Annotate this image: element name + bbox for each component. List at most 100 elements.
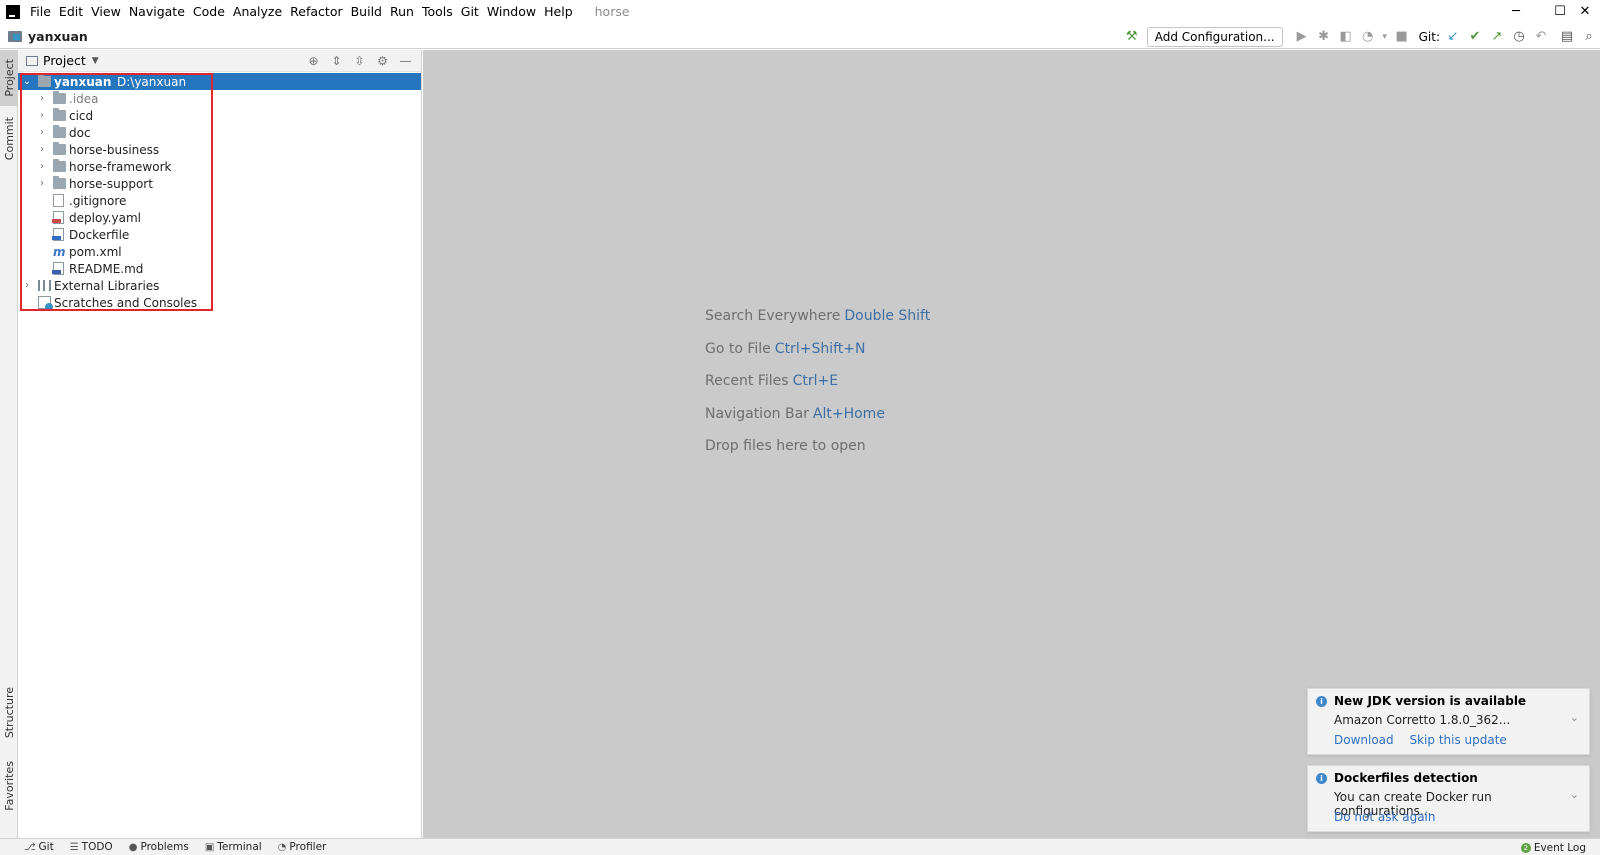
expand-chevron-down-icon[interactable]: ⌄ <box>1570 711 1579 724</box>
chevron-right-icon[interactable]: › <box>37 178 47 189</box>
menu-run[interactable]: Run <box>386 0 418 23</box>
libraries-icon <box>38 280 51 291</box>
git-update-arrow-icon[interactable]: ↙ <box>1442 26 1464 48</box>
search-everywhere-icon[interactable]: ⌕ <box>1578 26 1600 48</box>
tree-row-idea[interactable]: › .idea <box>18 90 421 107</box>
menu-navigate[interactable]: Navigate <box>125 0 189 23</box>
tree-row-doc[interactable]: › doc <box>18 124 421 141</box>
hint-shortcut: Alt+Home <box>812 405 885 422</box>
tree-row-horse-business[interactable]: › horse-business <box>18 141 421 158</box>
menu-git[interactable]: Git <box>457 0 483 23</box>
menu-window[interactable]: Window <box>483 0 540 23</box>
chevron-right-icon[interactable]: › <box>37 110 47 121</box>
tree-row-gitignore[interactable]: .gitignore <box>18 192 421 209</box>
collapse-all-icon[interactable]: ⇳ <box>348 54 371 68</box>
tree-row-yanxuan[interactable]: ⌄ yanxuan D:\yanxuan <box>18 73 421 90</box>
project-structure-icon[interactable]: ▤ <box>1556 26 1578 48</box>
tree-row-horse-framework[interactable]: › horse-framework <box>18 158 421 175</box>
folder-icon <box>53 108 66 121</box>
expand-chevron-down-icon[interactable]: ⌄ <box>1570 788 1579 801</box>
gitignore-file-icon <box>53 194 64 207</box>
terminal-tool-tab[interactable]: ▣ Terminal <box>205 841 262 853</box>
do-not-ask-again-link[interactable]: Do not ask again <box>1334 810 1436 824</box>
breadcrumb-project[interactable]: yanxuan <box>28 29 88 44</box>
chevron-down-icon[interactable]: ⌄ <box>22 76 32 87</box>
hint-text: Go to File <box>705 340 771 357</box>
hide-panel-icon[interactable]: — <box>394 54 417 68</box>
menu-refactor[interactable]: Refactor <box>286 0 346 23</box>
debug-icon[interactable]: ✱ <box>1313 26 1335 48</box>
more-run-chevron-down-icon[interactable]: ▾ <box>1379 26 1391 48</box>
menu-code[interactable]: Code <box>189 0 229 23</box>
tree-item-label: pom.xml <box>69 244 122 259</box>
profiler-tab-label: Profiler <box>289 841 327 853</box>
todo-tab-label: TODO <box>81 841 113 853</box>
menu-build[interactable]: Build <box>347 0 386 23</box>
tree-row-pom-xml[interactable]: m pom.xml <box>18 243 421 260</box>
git-commit-check-icon[interactable]: ✔ <box>1464 26 1486 48</box>
dockerfile-icon <box>52 228 64 241</box>
chevron-right-icon[interactable]: › <box>37 93 47 104</box>
git-history-clock-icon[interactable]: ◷ <box>1508 26 1530 48</box>
download-jdk-link[interactable]: Download <box>1334 733 1394 747</box>
hint-go-to-file: Go to File Ctrl+Shift+N <box>705 339 930 372</box>
chevron-right-icon[interactable]: › <box>37 127 47 138</box>
todo-tool-tab[interactable]: ☰ TODO <box>70 841 113 853</box>
tree-row-deploy-yaml[interactable]: deploy.yaml <box>18 209 421 226</box>
tree-item-label: deploy.yaml <box>69 210 141 225</box>
navigation-bar: yanxuan ⚒ Add Configuration... ▶ ✱ ◧ ◔ ▾… <box>0 24 1600 49</box>
notification-body: Amazon Corretto 1.8.0_362... <box>1334 713 1511 727</box>
event-log-tab[interactable]: 2 Event Log <box>1520 839 1586 855</box>
markdown-file-icon <box>52 262 64 275</box>
menu-view[interactable]: View <box>87 0 125 23</box>
structure-tool-tab[interactable]: Structure <box>0 682 18 744</box>
tree-row-scratches-and-consoles[interactable]: Scratches and Consoles <box>18 294 421 311</box>
gear-icon[interactable]: ⚙ <box>371 54 394 68</box>
menu-analyze[interactable]: Analyze <box>229 0 286 23</box>
folder-icon <box>53 125 66 138</box>
bottom-tool-bar: ⎇ Git ☰ TODO ● Problems ▣ Terminal ◔ Profiler… <box>0 838 1600 855</box>
menu-help[interactable]: Help <box>540 0 577 23</box>
chevron-down-icon[interactable]: ▼ <box>92 56 99 66</box>
run-icon[interactable]: ▶ <box>1291 26 1313 48</box>
favorites-tool-tab[interactable]: Favorites <box>0 754 18 818</box>
close-window-button[interactable]: ✕ <box>1570 0 1600 23</box>
tree-row-external-libraries[interactable]: › External Libraries <box>18 277 421 294</box>
commit-tool-tab[interactable]: Commit <box>0 112 18 166</box>
chevron-right-icon[interactable]: › <box>37 144 47 155</box>
profile-icon[interactable]: ◔ <box>1357 26 1379 48</box>
folder-icon <box>53 142 66 155</box>
menu-edit[interactable]: Edit <box>55 0 87 23</box>
profiler-tool-tab[interactable]: ◔ Profiler <box>278 841 327 853</box>
select-opened-file-icon[interactable]: ⊕ <box>302 54 325 68</box>
git-tool-tab[interactable]: ⎇ Git <box>24 841 54 853</box>
chevron-right-icon[interactable]: › <box>22 280 32 291</box>
minimize-button[interactable]: ─ <box>1494 0 1538 23</box>
build-hammer-icon[interactable]: ⚒ <box>1121 26 1143 48</box>
skip-update-link[interactable]: Skip this update <box>1409 733 1506 747</box>
menu-tools[interactable]: Tools <box>418 0 457 23</box>
coverage-icon[interactable]: ◧ <box>1335 26 1357 48</box>
chevron-right-icon[interactable]: › <box>37 161 47 172</box>
add-configuration-button[interactable]: Add Configuration... <box>1146 26 1283 47</box>
tree-item-label: horse-framework <box>69 159 172 174</box>
project-tool-tab[interactable]: Project <box>0 50 18 106</box>
menu-file[interactable]: File <box>26 0 55 23</box>
git-toolbar-label: Git: <box>1418 29 1440 44</box>
git-push-arrow-icon[interactable]: ↗ <box>1486 26 1508 48</box>
tree-row-cicd[interactable]: › cicd <box>18 107 421 124</box>
problems-info-icon: ● <box>128 841 138 853</box>
tree-row-horse-support[interactable]: › horse-support <box>18 175 421 192</box>
problems-tool-tab[interactable]: ● Problems <box>129 841 189 853</box>
scratches-icon <box>38 296 53 311</box>
git-rollback-icon[interactable]: ↶ <box>1530 26 1552 48</box>
notification-title: New JDK version is available <box>1334 694 1527 708</box>
stop-icon[interactable]: ■ <box>1391 26 1413 48</box>
yaml-file-icon <box>52 211 64 224</box>
notification-actions: Do not ask again <box>1334 810 1448 824</box>
tree-row-readme-md[interactable]: README.md <box>18 260 421 277</box>
run-toolbar: ⚒ Add Configuration... ▶ ✱ ◧ ◔ ▾ ■ Git: … <box>1121 24 1600 49</box>
tree-row-dockerfile[interactable]: Dockerfile <box>18 226 421 243</box>
expand-all-icon[interactable]: ⇕ <box>325 54 348 68</box>
project-view-selector[interactable]: Project <box>43 53 86 68</box>
